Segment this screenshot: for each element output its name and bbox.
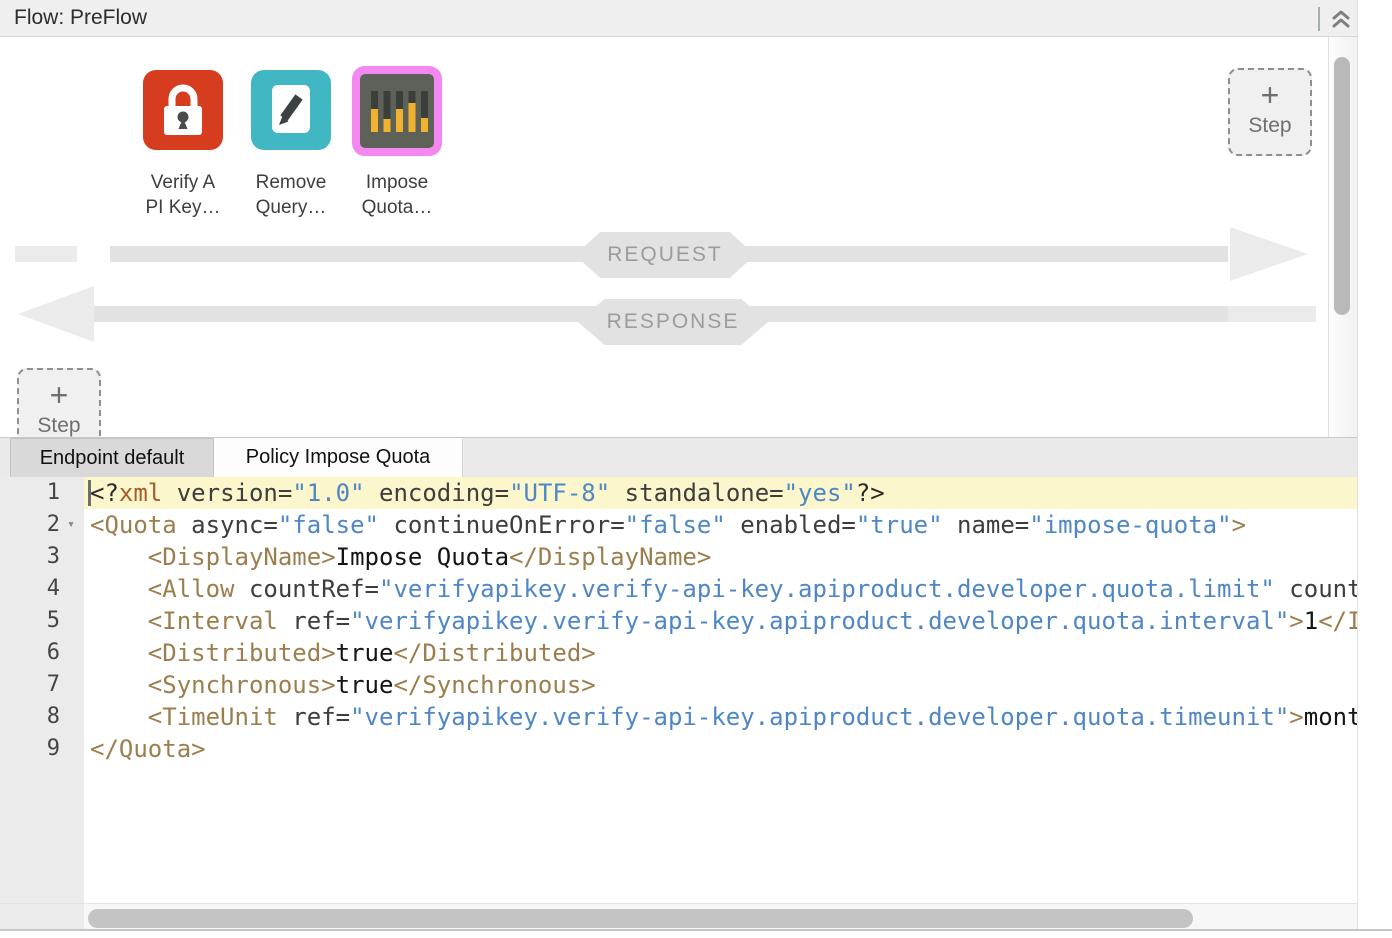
add-step-label: Step: [19, 414, 99, 437]
panel-bottom-border: [0, 929, 1392, 931]
lock-icon: [143, 70, 223, 150]
code-line-6: 6 <Distributed>true</Distributed>: [0, 637, 1357, 669]
lock-icon: [143, 70, 223, 150]
code-text: <Quota async="false" continueOnError="fa…: [90, 509, 1246, 541]
policy-verify-api-key[interactable]: Verify API Key…: [128, 37, 238, 207]
flow-canvas: Verify API Key… RemoveQuery… ImposeQuota…: [0, 37, 1357, 437]
flow-header: Flow: PreFlow: [0, 0, 1357, 37]
response-bar-segment: [1228, 306, 1316, 322]
response-arrowhead-icon: [18, 286, 94, 342]
request-bar-segment: [15, 246, 77, 262]
collapse-flow-button[interactable]: [1328, 6, 1354, 32]
vertical-scrollbar[interactable]: [1328, 37, 1357, 437]
response-label: RESPONSE: [607, 310, 740, 333]
response-flow-badge: RESPONSE: [578, 299, 768, 345]
line-number: 5: [0, 605, 60, 637]
code-text: <Synchronous>true</Synchronous>: [90, 669, 596, 701]
pencil-icon: [251, 70, 331, 150]
policy-remove-query-param[interactable]: RemoveQuery…: [236, 37, 346, 207]
add-step-button-request[interactable]: + Step: [1228, 68, 1312, 156]
code-editor[interactable]: 1 <?xml version="1.0" encoding="UTF-8" st…: [0, 477, 1357, 903]
policy-label: RemoveQuery…: [236, 170, 346, 220]
horizontal-scrollbar[interactable]: [0, 903, 1357, 929]
header-separator: [1318, 7, 1320, 31]
line-number: 9: [0, 733, 60, 765]
code-line-1: 1 <?xml version="1.0" encoding="UTF-8" st…: [0, 477, 1357, 509]
line-number: 6: [0, 637, 60, 669]
double-chevron-up-icon: [1328, 6, 1354, 32]
horizontal-scrollbar-thumb[interactable]: [88, 909, 1193, 928]
tab-policy-impose-quota[interactable]: Policy Impose Quota: [214, 438, 463, 477]
line-number: 4: [0, 573, 60, 605]
editor-tabbar: Endpoint defaultPolicy Impose Quota: [0, 437, 1357, 477]
code-line-3: 3 <DisplayName>Impose Quota</DisplayName…: [0, 541, 1357, 573]
code-text: <Allow countRef="verifyapikey.verify-api…: [90, 573, 1358, 605]
code-line-5: 5 <Interval ref="verifyapikey.verify-api…: [0, 605, 1357, 637]
code-line-8: 8 <TimeUnit ref="verifyapikey.verify-api…: [0, 701, 1357, 733]
code-line-7: 7 <Synchronous>true</Synchronous>: [0, 669, 1357, 701]
quota-bars-icon: [360, 74, 434, 148]
scrollbar-gutter-strip: [0, 904, 84, 929]
code-line-9: 9 </Quota>: [0, 733, 1357, 765]
policy-label: Verify API Key…: [128, 170, 238, 220]
vertical-scrollbar-thumb[interactable]: [1334, 57, 1350, 315]
line-number: 7: [0, 669, 60, 701]
code-text: </Quota>: [90, 733, 206, 765]
request-flow-badge: REQUEST: [575, 232, 755, 278]
fold-toggle-icon[interactable]: ▾: [62, 509, 80, 541]
code-text: <Distributed>true</Distributed>: [90, 637, 596, 669]
line-number: 2: [0, 509, 60, 541]
plus-icon: +: [1230, 78, 1310, 112]
policy-impose-quota[interactable]: ImposeQuota…: [342, 37, 452, 207]
code-text: <?xml version="1.0" encoding="UTF-8" sta…: [90, 477, 885, 509]
pencil-icon: [251, 70, 331, 150]
code-text: <Interval ref="verifyapikey.verify-api-k…: [90, 605, 1358, 637]
add-step-label: Step: [1230, 114, 1310, 138]
line-number: 3: [0, 541, 60, 573]
tab-strip: Endpoint defaultPolicy Impose Quota: [10, 438, 463, 477]
line-number: 1: [0, 477, 60, 509]
tab-endpoint-default[interactable]: Endpoint default: [10, 438, 214, 477]
request-arrowhead-icon: [1230, 227, 1308, 281]
policy-label: ImposeQuota…: [342, 170, 452, 220]
flow-editor-panel: Flow: PreFlow Verify API Key… RemoveQuer…: [0, 0, 1358, 929]
code-line-2: 2▾ <Quota async="false" continueOnError="…: [0, 509, 1357, 541]
flow-title: Flow: PreFlow: [14, 6, 147, 30]
line-number: 8: [0, 701, 60, 733]
request-label: REQUEST: [607, 243, 723, 266]
code-text: <TimeUnit ref="verifyapikey.verify-api-k…: [90, 701, 1358, 733]
quota-bars-icon: [352, 66, 442, 156]
add-step-button-response[interactable]: + Step: [17, 368, 101, 437]
code-line-4: 4 <Allow countRef="verifyapikey.verify-a…: [0, 573, 1357, 605]
plus-icon: +: [19, 378, 99, 412]
code-text: <DisplayName>Impose Quota</DisplayName>: [90, 541, 711, 573]
